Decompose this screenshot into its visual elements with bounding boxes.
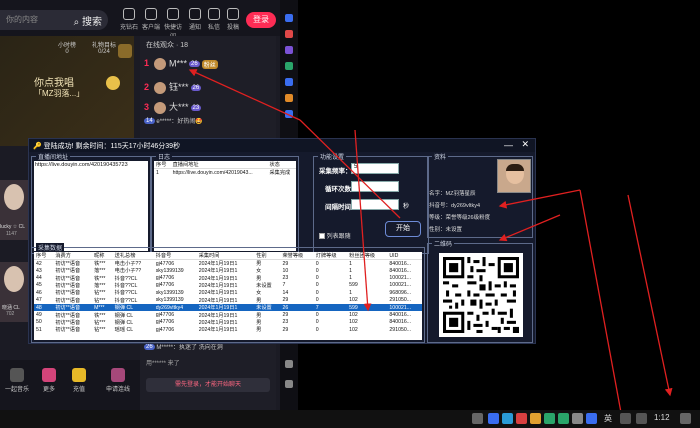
arrow-to-viewer (188, 69, 301, 121)
arrow-to-selected-row (354, 129, 372, 312)
app-tray-icon[interactable] (502, 413, 513, 424)
arrow-to-qr (498, 214, 561, 242)
volume-icon[interactable] (636, 413, 647, 424)
notification-icon[interactable] (680, 413, 691, 424)
input-language[interactable]: 英 (604, 413, 612, 424)
app-tray-icon[interactable] (544, 413, 555, 424)
app-tray-icon[interactable] (586, 413, 597, 424)
arrow-to-douyin-id (498, 189, 581, 209)
app-tray-icon[interactable] (530, 413, 541, 424)
annotation-arrows (188, 69, 673, 419)
arrow-to-tray (627, 194, 673, 397)
clock[interactable]: 1:12 (654, 413, 670, 422)
arrow-to-settings (299, 119, 401, 219)
app-tray-icon[interactable] (488, 413, 499, 424)
wechat-icon[interactable] (558, 413, 569, 424)
chevron-up-icon[interactable] (472, 413, 483, 424)
taskbar: 英 1:12 (0, 410, 700, 428)
app-tray-icon[interactable] (516, 413, 527, 424)
app-tray-icon[interactable] (572, 413, 583, 424)
network-icon[interactable] (620, 413, 631, 424)
arrow-down (579, 189, 623, 419)
